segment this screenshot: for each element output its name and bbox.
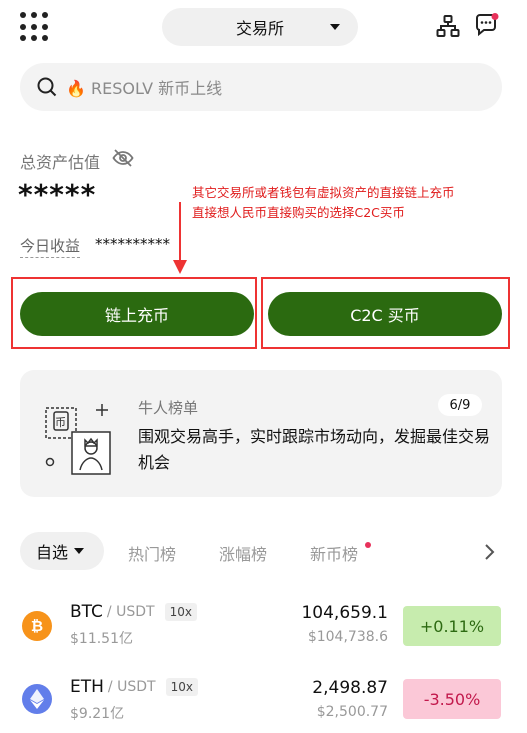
annotation-line-2: 直接想人民币直接购买的选择C2C买币	[192, 205, 405, 220]
exchange-toggle-label: 交易所	[235, 19, 284, 38]
search-icon	[37, 77, 57, 97]
leverage-badge: 10x	[164, 603, 197, 621]
coin-pair-eth: ETH / USDT 10x	[70, 677, 198, 697]
price-change-badge[interactable]: -3.50%	[403, 679, 501, 719]
chevron-right-icon[interactable]	[482, 542, 496, 562]
exchange-mode-toggle[interactable]: 交易所	[162, 8, 358, 46]
leverage-badge: 10x	[165, 678, 198, 696]
today-pnl-label[interactable]: 今日收益	[20, 235, 81, 258]
coin-price: 2,498.87	[312, 678, 388, 698]
bitcoin-icon: ₿	[22, 611, 52, 641]
ethereum-icon	[22, 684, 52, 714]
chevron-down-icon	[330, 24, 340, 30]
search-placeholder: 🔥 RESOLV 新币上线	[66, 79, 223, 98]
coin-volume: $9.21亿	[70, 706, 125, 722]
search-bar[interactable]: 🔥 RESOLV 新币上线	[20, 63, 502, 111]
coin-price-usd: $2,500.77	[316, 704, 388, 720]
annotation-text: 其它交易所或者钱包有虚拟资产的直接链上充币 直接想人民币直接购买的选择C2C买币	[192, 183, 455, 223]
coin-price: 104,659.1	[301, 603, 388, 623]
svg-text:币: 币	[55, 416, 66, 429]
coin-symbol: BTC	[70, 602, 103, 622]
tab-watchlist[interactable]: 自选	[20, 532, 104, 570]
onchain-deposit-button[interactable]: 链上充币	[20, 292, 254, 336]
tab-watchlist-label: 自选	[36, 543, 69, 562]
total-assets-label: 总资产估值	[20, 153, 101, 172]
price-change-badge[interactable]: +0.11%	[403, 606, 501, 646]
coin-quote: / USDT	[107, 679, 156, 695]
eye-off-icon[interactable]	[112, 148, 134, 168]
coin-quote: / USDT	[106, 604, 155, 620]
coin-volume: $11.51亿	[70, 631, 133, 647]
new-listings-dot	[365, 542, 371, 548]
leaderboard-page-badge: 6/9	[438, 394, 482, 416]
coin-symbol: ETH	[70, 677, 104, 697]
chat-icon[interactable]	[474, 12, 500, 38]
annotation-arrow	[173, 202, 187, 274]
today-pnl-value: **********	[95, 235, 170, 253]
trader-illustration-icon: 币	[45, 404, 111, 475]
tab-gainers[interactable]: 涨幅榜	[219, 541, 267, 565]
network-icon[interactable]	[436, 14, 460, 38]
c2c-buy-button[interactable]: C2C 买币	[268, 292, 502, 336]
tab-hot[interactable]: 热门榜	[128, 541, 176, 565]
coin-pair-btc: BTC / USDT 10x	[70, 602, 197, 622]
leaderboard-description: 围观交易高手，实时跟踪市场动向，发掘最佳交易机会	[138, 427, 491, 472]
chevron-down-icon	[74, 548, 85, 554]
leaderboard-title: 牛人榜单	[138, 399, 199, 417]
total-assets-value: *****	[18, 178, 97, 211]
apps-grid-icon[interactable]	[20, 12, 50, 42]
coin-price-usd: $104,738.6	[307, 629, 388, 645]
tab-new-listings[interactable]: 新币榜	[310, 541, 358, 565]
annotation-line-1: 其它交易所或者钱包有虚拟资产的直接链上充币	[192, 185, 455, 200]
